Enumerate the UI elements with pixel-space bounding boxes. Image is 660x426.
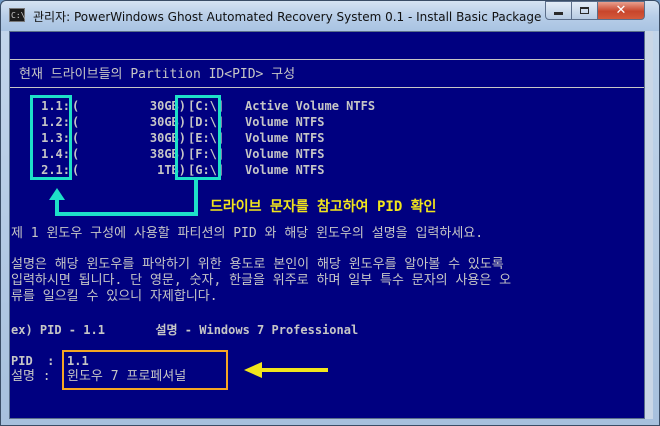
instruction-text: 제 1 윈도우 구성에 사용할 파티션의 PID 와 해당 윈도우의 설명을 입… <box>11 226 484 241</box>
annotation-hint: 드라이브 문자를 참고하여 PID 확인 <box>210 199 437 215</box>
pid-prompt-label: PID : <box>11 354 55 368</box>
help-line: 설명은 해당 윈도우를 파악하기 위한 용도로 본인이 해당 윈도우를 알아볼 … <box>11 257 504 272</box>
close-button[interactable]: ✕ <box>597 1 645 20</box>
minimize-button[interactable] <box>545 1 572 20</box>
console-window: C:\ 관리자: PowerWindows Ghost Automated Re… <box>0 0 660 426</box>
example-text: ex) PID - 1.1 설명 - Windows 7 Professiona… <box>11 323 359 337</box>
minimize-icon <box>554 12 563 15</box>
maximize-button[interactable] <box>571 1 598 20</box>
help-line: 입력하시면 됩니다. 단 영문, 숫자, 한글을 위주로 하며 일부 특수 문자… <box>11 273 512 288</box>
arrow-left-icon <box>244 362 328 378</box>
input-highlight-box <box>62 350 228 390</box>
help-line: 류를 일으킬 수 있으니 자제합니다. <box>11 289 218 304</box>
window-title: 관리자: PowerWindows Ghost Automated Recove… <box>33 10 542 24</box>
close-icon: ✕ <box>615 3 627 18</box>
console-output[interactable]: 현재 드라이브들의 Partition ID<PID> 구성 1.1: ( 30… <box>9 31 645 419</box>
vertical-scrollbar[interactable] <box>645 31 653 419</box>
maximize-icon <box>580 7 589 14</box>
desc-prompt-label: 설명 : <box>11 369 51 384</box>
console-app-icon[interactable]: C:\ <box>9 8 25 22</box>
